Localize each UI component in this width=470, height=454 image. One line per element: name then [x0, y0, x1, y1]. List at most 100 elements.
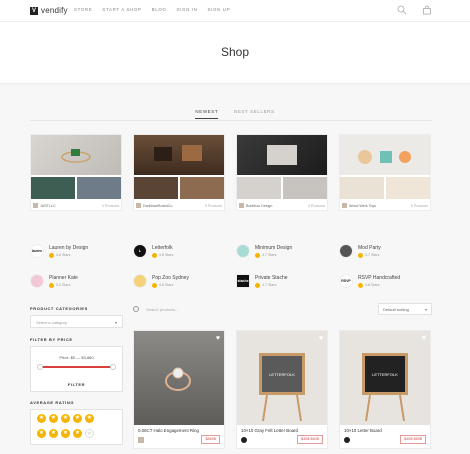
tab-newest[interactable]: NEWEST [195, 109, 219, 119]
vendor-thumb [180, 177, 224, 199]
vendor-main-image [31, 135, 121, 175]
heart-icon[interactable]: ♥ [319, 335, 323, 342]
vendor-thumb [237, 177, 281, 199]
vendor-rating: 5.0 Stars [56, 283, 71, 287]
vendor-logo [236, 244, 250, 258]
star-icon: ★ [73, 414, 82, 423]
vendor-logo: RSVP [339, 274, 353, 288]
vendor-card[interactable]: Wood Werk Toys 5 Products [339, 134, 431, 211]
vendor-list-item[interactable]: Planner Kate 5.0 Stars [30, 272, 130, 290]
wooden-toys-image [358, 150, 411, 164]
vendor-rating: 4.7 Stars [262, 283, 277, 287]
vendor-footer: Boldthou Design 4 Products [239, 201, 325, 210]
vendor-icon [138, 437, 144, 443]
nav-sign-in[interactable]: SIGN IN [177, 7, 198, 12]
product-name: 10×10 Gray Felt Letter Board [241, 428, 298, 433]
logo-text: vendify [41, 6, 68, 15]
star-icon [255, 252, 260, 258]
category-select[interactable]: Select a category ▾ [30, 315, 123, 328]
vendor-thumb [134, 177, 178, 199]
logo[interactable]: V vendify [30, 6, 68, 15]
price-range-text: Price: $0 — $3,860 [59, 355, 94, 360]
heart-icon[interactable]: ♥ [422, 335, 426, 342]
product-name: 0.06CT Halo Engagement Ring [138, 428, 199, 433]
sort-select[interactable]: Default sorting ▾ [378, 303, 432, 315]
vendor-name: RSVP Handcrafted [358, 274, 401, 281]
rating-option-4[interactable]: ★ ★ ★ ★ ★ [37, 429, 116, 438]
vendor-logo [339, 244, 353, 258]
star-icon: ★ [49, 429, 58, 438]
main-nav: STORE START A SHOP BLOG SIGN IN SIGN UP [74, 7, 230, 12]
product-count: 4 Products [101, 203, 119, 208]
vendor-thumb [283, 177, 327, 199]
heart-icon[interactable]: ♥ [216, 335, 220, 342]
star-icon [358, 282, 363, 288]
rating-option-5[interactable]: ★ ★ ★ ★ ★ [37, 414, 116, 423]
price-slider-track[interactable] [39, 366, 114, 368]
product-image: LETTERFOLK [340, 331, 430, 425]
svg-text:LETTERFOLK: LETTERFOLK [269, 372, 295, 377]
vendor-rating: 4.8 Stars [365, 283, 380, 287]
search-input[interactable]: Search products... [146, 307, 178, 312]
vendor-list-item[interactable]: Pop Zoo Sydney 4.8 Stars [133, 272, 233, 290]
avatar [239, 203, 244, 208]
top-bar: V vendify STORE START A SHOP BLOG SIGN I… [0, 0, 470, 21]
vendor-card[interactable]: DarktownBoardCo 5 Products [133, 134, 225, 211]
product-count: 5 Products [204, 203, 222, 208]
ring-image [61, 149, 91, 163]
svg-text:LETTERFOLK: LETTERFOLK [372, 372, 398, 377]
vendor-list-item[interactable]: stache Private Stache 4.7 Stars [236, 272, 336, 290]
vendor-thumb [31, 177, 75, 199]
vendor-icon [241, 437, 247, 443]
avatar [33, 203, 38, 208]
nav-sign-up[interactable]: SIGN UP [208, 7, 231, 12]
product-count: 4 Products [307, 203, 325, 208]
nav-start-shop[interactable]: START A SHOP [102, 7, 141, 12]
star-icon: ★ [49, 414, 58, 423]
product-card[interactable]: LETTERFOLK ♥ 10×10 Gray Felt Letter Boar… [236, 330, 328, 449]
star-icon: ★ [85, 414, 94, 423]
vendor-name: Mod Party [358, 244, 381, 251]
vendor-thumb [386, 177, 430, 199]
tab-best-sellers[interactable]: BEST SELLERS [234, 109, 274, 119]
filter-button[interactable]: FILTER [31, 382, 122, 387]
vendor-rating: 4.7 Stars [262, 253, 277, 257]
price-slider-handle-min[interactable] [37, 364, 43, 370]
nav-blog[interactable]: BLOG [152, 7, 167, 12]
vendor-name: Pop Zoo Sydney [152, 274, 189, 281]
price-slider-handle-max[interactable] [110, 364, 116, 370]
vendor-card[interactable]: Boldthou Design 4 Products [236, 134, 328, 211]
categories-heading: PRODUCT CATEGORIES [30, 306, 88, 311]
avatar [342, 203, 347, 208]
nav-store[interactable]: STORE [74, 7, 92, 12]
vendor-icon [344, 437, 350, 443]
vendor-footer: Wood Werk Toys 5 Products [342, 201, 428, 210]
logo-mark-icon: V [30, 6, 38, 15]
sort-value: Default sorting [383, 307, 409, 312]
product-card[interactable]: ♥ 0.06CT Halo Engagement Ring $860$ [133, 330, 225, 449]
chevron-down-icon: ▾ [424, 307, 427, 312]
star-icon [152, 252, 157, 258]
vendor-logo: stache [236, 274, 250, 288]
vendor-main-image [340, 135, 430, 175]
vendor-name: Letterfolk [152, 244, 173, 251]
vendor-rating: 4.8 Stars [159, 283, 174, 287]
vendor-list-item[interactable]: Minimum Design 4.7 Stars [236, 242, 336, 260]
vendor-rating: 4.8 Stars [56, 253, 71, 257]
product-card[interactable]: LETTERFOLK ♥ 10×10 Letter Board $45$ $60… [339, 330, 431, 449]
vendor-list-item[interactable]: Mod Party 4.7 Stars [339, 242, 439, 260]
product-search[interactable]: Search products... [133, 303, 333, 315]
star-icon: ★ [73, 429, 82, 438]
divider [30, 120, 432, 121]
shop-tabs: NEWEST BEST SELLERS [0, 109, 470, 119]
vendor-list-item[interactable]: lauren Lauren by Design 4.8 Stars [30, 242, 130, 260]
vendor-card[interactable]: JUSTLLC 4 Products [30, 134, 122, 211]
search-icon[interactable] [397, 5, 407, 15]
vendor-name: Lauren by Design [49, 244, 89, 251]
vendor-logo [133, 274, 147, 288]
vendor-list-item[interactable]: RSVP RSVP Handcrafted 4.8 Stars [339, 272, 439, 290]
vendor-list-item[interactable]: L Letterfolk 4.8 Stars [133, 242, 233, 260]
category-placeholder: Select a category [36, 320, 67, 325]
star-icon [358, 252, 363, 258]
bag-icon[interactable] [422, 5, 432, 15]
